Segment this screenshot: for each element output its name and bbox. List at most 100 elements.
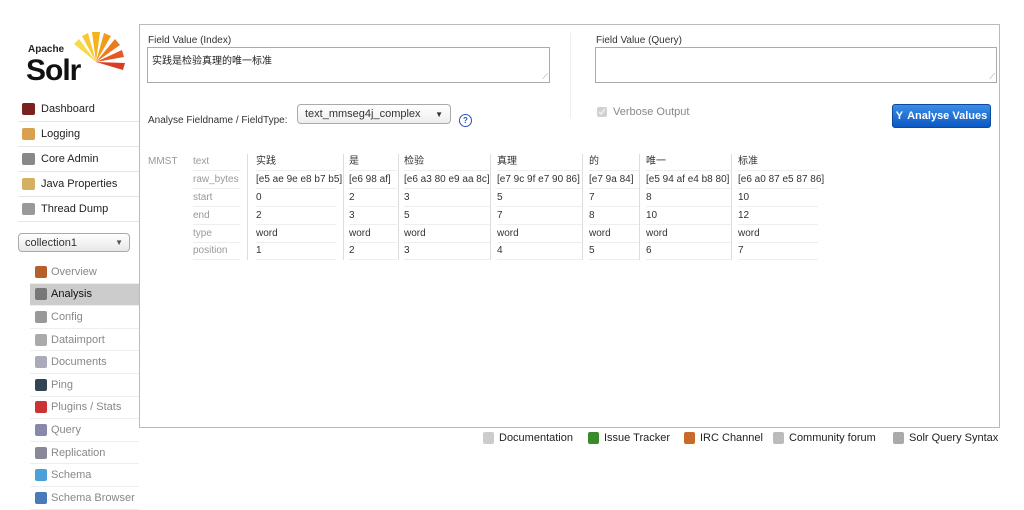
token-text: 标准 (738, 153, 818, 171)
overview-icon (35, 265, 47, 278)
token-start: 8 (646, 189, 731, 207)
core-nav-query[interactable]: Query (30, 419, 139, 442)
token-start: 5 (497, 189, 582, 207)
verbose-output-toggle[interactable]: Verbose Output (597, 106, 689, 118)
thread-dump-icon (22, 203, 35, 215)
plugins-stats-icon (35, 401, 47, 414)
resize-grip-icon[interactable]: ⟋ (989, 72, 995, 82)
footer-link-community-forum[interactable]: Community forum (773, 432, 876, 444)
analyse-values-button[interactable]: Y Analyse Values (892, 104, 991, 128)
footer-link-irc-channel[interactable]: IRC Channel (684, 432, 763, 444)
java-icon (22, 178, 35, 190)
main-nav: Dashboard Logging Core Admin Java Propertie… (18, 97, 139, 222)
column-divider (490, 154, 491, 260)
token-start: 0 (256, 189, 336, 207)
nav-item-logging[interactable]: Logging (18, 122, 139, 147)
column-divider (343, 154, 344, 260)
analysis-icon (35, 288, 47, 301)
token-raw_bytes: [e6 98 af] (349, 171, 397, 189)
token-end: 8 (589, 207, 639, 225)
row-name-position: position (193, 242, 240, 260)
ping-icon (35, 378, 47, 391)
token-type: word (738, 225, 818, 243)
bug-icon (588, 432, 599, 444)
row-name-start: start (193, 189, 240, 207)
token-raw_bytes: [e7 9c 9f e7 90 86] (497, 171, 582, 189)
documents-icon (35, 356, 47, 369)
token-type: word (349, 225, 397, 243)
chevron-down-icon: ▼ (115, 238, 123, 247)
nav-item-dashboard[interactable]: Dashboard (18, 97, 139, 122)
footer-link-issue-tracker[interactable]: Issue Tracker (588, 432, 670, 444)
logging-icon (22, 128, 35, 140)
help-icon[interactable]: ? (459, 114, 472, 127)
core-nav-documents[interactable]: Documents (30, 351, 139, 374)
stage-label: MMST (148, 156, 178, 167)
fieldtype-label: Analyse Fieldname / FieldType: (148, 115, 288, 126)
token-raw_bytes: [e5 94 af e4 b8 80] (646, 171, 731, 189)
filter-icon: Y (895, 110, 904, 122)
core-nav-schema[interactable]: Schema (30, 464, 139, 487)
fieldtype-select[interactable]: text_mmseg4j_complex ▼ (297, 104, 451, 124)
nav-item-core-admin[interactable]: Core Admin (18, 147, 139, 172)
footer-link-solr-query-syntax[interactable]: Solr Query Syntax (893, 432, 998, 444)
mail-icon (773, 432, 784, 444)
document-icon (483, 432, 494, 444)
token-start: 3 (404, 189, 490, 207)
token-type: word (404, 225, 490, 243)
core-admin-icon (22, 153, 35, 165)
chevron-down-icon: ▼ (435, 110, 443, 119)
core-nav-ping[interactable]: Ping (30, 374, 139, 397)
resize-grip-icon[interactable]: ⟋ (542, 72, 548, 82)
index-label: Field Value (Index) (148, 35, 232, 46)
row-name-text: text (193, 153, 240, 171)
index-field-text: 实践是检验真理的唯一标准 (152, 56, 272, 67)
verbose-checkbox[interactable] (597, 107, 607, 117)
token-end: 10 (646, 207, 731, 225)
token-text: 唯一 (646, 153, 731, 171)
token-text: 是 (349, 153, 397, 171)
config-icon (35, 310, 47, 323)
row-name-type: type (193, 225, 240, 243)
core-nav-config[interactable]: Config (30, 306, 139, 329)
footer-link-documentation[interactable]: Documentation (483, 432, 573, 444)
replication-icon (35, 446, 47, 459)
core-nav-schema-browser[interactable]: Schema Browser (30, 487, 139, 510)
token-position: 3 (404, 242, 490, 260)
column-divider (639, 154, 640, 260)
core-nav-analysis[interactable]: Analysis (30, 283, 139, 307)
token-start: 2 (349, 189, 397, 207)
token-position: 6 (646, 242, 731, 260)
core-selector[interactable]: collection1 ▼ (18, 233, 130, 252)
row-name-raw_bytes: raw_bytes (193, 171, 240, 189)
nav-item-thread-dump[interactable]: Thread Dump (18, 197, 139, 222)
core-nav-dataimport[interactable]: Dataimport (30, 329, 139, 352)
column-divider (582, 154, 583, 260)
core-nav-replication[interactable]: Replication (30, 442, 139, 465)
column-divider (247, 154, 248, 260)
core-nav-overview[interactable]: Overview (30, 261, 139, 284)
query-icon (35, 423, 47, 436)
dataimport-icon (35, 333, 47, 346)
token-position: 7 (738, 242, 818, 260)
token-end: 3 (349, 207, 397, 225)
token-position: 2 (349, 242, 397, 260)
token-position: 4 (497, 242, 582, 260)
people-icon (684, 432, 695, 444)
token-end: 5 (404, 207, 490, 225)
token-text: 检验 (404, 153, 490, 171)
index-field-value[interactable]: 实践是检验真理的唯一标准 ⟋ (147, 47, 550, 83)
divider (570, 33, 571, 118)
token-text: 实践 (256, 153, 336, 171)
token-end: 7 (497, 207, 582, 225)
token-text: 的 (589, 153, 639, 171)
token-raw_bytes: [e5 ae 9e e8 b7 b5] (256, 171, 342, 189)
token-text: 真理 (497, 153, 582, 171)
token-type: word (497, 225, 582, 243)
token-raw_bytes: [e6 a3 80 e9 aa 8c] (404, 171, 490, 189)
query-field-value[interactable]: ⟋ (595, 47, 997, 83)
nav-item-java-properties[interactable]: Java Properties (18, 172, 139, 197)
solr-logo[interactable]: Apache Solr (26, 28, 126, 87)
core-nav-plugins-stats[interactable]: Plugins / Stats (30, 397, 139, 420)
token-position: 1 (256, 242, 336, 260)
